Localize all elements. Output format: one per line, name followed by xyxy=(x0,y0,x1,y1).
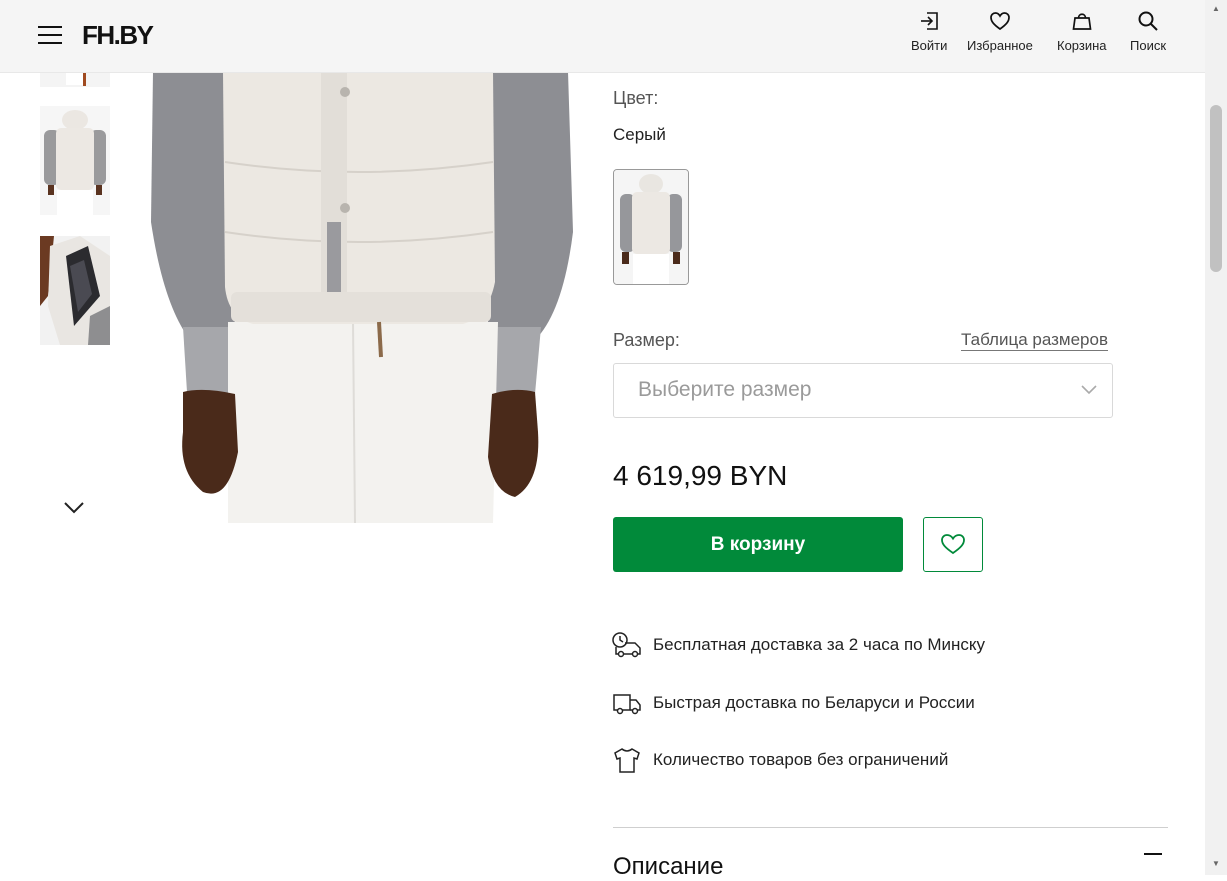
color-value: Серый xyxy=(613,125,666,144)
login-icon xyxy=(921,12,938,30)
gallery-thumbnail[interactable] xyxy=(40,72,110,87)
gallery-thumbnail-lining[interactable] xyxy=(40,236,110,345)
login-label: Войти xyxy=(911,38,948,53)
heart-icon xyxy=(990,12,1010,31)
color-swatch[interactable] xyxy=(613,169,689,285)
scroll-down-arrow[interactable]: ▼ xyxy=(1212,859,1220,868)
feature-text: Бесплатная доставка за 2 часа по Минску xyxy=(653,635,986,654)
fast-delivery-icon xyxy=(612,632,641,658)
favorites-button[interactable]: Избранное xyxy=(967,10,1033,53)
page-scrollbar[interactable]: ▲ ▼ xyxy=(1205,0,1227,875)
bag-icon xyxy=(1072,13,1092,30)
description-title[interactable]: Описание xyxy=(613,853,723,881)
feature-item: Бесплатная доставка за 2 часа по Минску xyxy=(611,631,985,659)
heart-icon xyxy=(941,534,965,555)
cart-button[interactable]: Корзина xyxy=(1057,10,1107,53)
product-price: 4 619,99 BYN xyxy=(613,460,788,491)
gallery-thumbnail-back[interactable] xyxy=(40,106,110,215)
cart-label: Корзина xyxy=(1057,38,1107,53)
size-chart-link[interactable]: Таблица размеров xyxy=(961,330,1108,351)
add-to-favorites-button[interactable] xyxy=(923,517,983,572)
scroll-thumb[interactable] xyxy=(1210,105,1222,272)
login-button[interactable]: Войти xyxy=(911,10,947,53)
tshirt-icon xyxy=(614,748,640,773)
size-label: Размер: xyxy=(613,330,680,350)
truck-icon xyxy=(613,694,641,715)
feature-text: Количество товаров без ограничений xyxy=(653,750,949,769)
section-divider xyxy=(613,827,1168,828)
size-select-placeholder: Выберите размер xyxy=(638,378,812,401)
search-button[interactable]: Поиск xyxy=(1130,10,1166,53)
main-product-image[interactable] xyxy=(143,72,575,523)
header: FH.BY Войти Избранное Корзина Поиск xyxy=(0,0,1205,73)
size-select[interactable]: Выберите размер xyxy=(613,363,1113,418)
menu-icon[interactable] xyxy=(38,26,62,44)
feature-item: Количество товаров без ограничений xyxy=(611,746,948,774)
scroll-up-arrow[interactable]: ▲ xyxy=(1212,4,1220,13)
gallery-chevron-down-icon[interactable] xyxy=(62,496,86,520)
feature-item: Быстрая доставка по Беларуси и России xyxy=(611,689,975,717)
search-icon xyxy=(1138,11,1158,31)
favorites-label: Избранное xyxy=(967,38,1033,53)
color-label: Цвет: xyxy=(613,88,659,108)
collapse-icon[interactable] xyxy=(1144,853,1162,855)
add-to-cart-button[interactable]: В корзину xyxy=(613,517,903,572)
feature-text: Быстрая доставка по Беларуси и России xyxy=(653,693,975,712)
site-logo[interactable]: FH.BY xyxy=(82,20,154,51)
search-label: Поиск xyxy=(1130,38,1167,53)
chevron-down-icon xyxy=(1081,385,1097,395)
